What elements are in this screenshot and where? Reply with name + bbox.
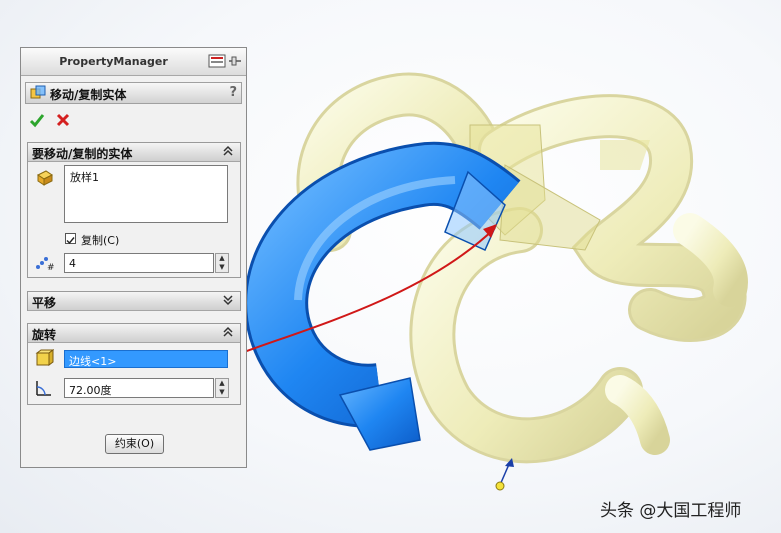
bodies-group-title: 要移动/复制的实体 <box>32 147 133 161</box>
angle-icon <box>34 378 54 398</box>
angle-spinner[interactable]: ▲ ▼ <box>215 378 229 398</box>
count-input[interactable]: 4 <box>64 253 214 273</box>
watermark-text: 头条 @大国工程师 <box>600 501 742 521</box>
edge-icon <box>34 348 55 368</box>
rotate-group-header[interactable]: 旋转 <box>28 324 240 343</box>
angle-input[interactable]: 72.00度 <box>64 378 214 398</box>
panel-header: PropertyManager <box>21 48 246 76</box>
bodies-group: 要移动/复制的实体 放样1 复制(C) # 4 ▲ ▼ <box>27 142 241 278</box>
translate-group-header[interactable]: 平移 <box>28 292 240 311</box>
list-item[interactable]: 放样1 <box>70 169 222 185</box>
chevron-down-icon[interactable] <box>222 294 234 306</box>
panel-title: PropertyManager <box>59 55 168 68</box>
copy-label: 复制(C) <box>81 234 120 247</box>
rotate-group-title: 旋转 <box>32 328 57 342</box>
chevron-up-icon[interactable] <box>222 145 234 157</box>
bodies-group-header[interactable]: 要移动/复制的实体 <box>28 143 240 162</box>
cancel-icon[interactable] <box>55 112 71 128</box>
pushpin-icon[interactable] <box>208 54 242 68</box>
ok-icon[interactable] <box>29 112 45 128</box>
copy-checkbox[interactable] <box>65 233 76 245</box>
constraints-button[interactable]: 约束(O) <box>105 434 164 454</box>
translate-group-title: 平移 <box>32 296 57 310</box>
help-icon[interactable]: ? <box>229 85 237 100</box>
rotation-handle[interactable] <box>495 458 514 491</box>
translate-group: 平移 <box>27 291 241 311</box>
chevron-up-icon[interactable] <box>222 326 234 338</box>
feature-title: 移动/复制实体 <box>50 88 127 102</box>
bodies-icon <box>34 167 54 187</box>
count-spinner[interactable]: ▲ ▼ <box>215 253 229 273</box>
count-icon: # <box>34 253 55 273</box>
property-manager-panel: PropertyManager 移动/复制实体 ? 要移动/复制的实体 放样1 … <box>20 47 247 468</box>
edge-selection-input[interactable]: 边线<1> <box>64 350 228 368</box>
move-copy-icon <box>29 84 47 102</box>
bodies-listbox[interactable]: 放样1 <box>64 165 228 223</box>
svg-text:#: # <box>47 263 54 273</box>
rotate-group: 旋转 边线<1> 72.00度 ▲ ▼ <box>27 323 241 405</box>
feature-title-bar: 移动/复制实体 ? <box>25 82 242 104</box>
